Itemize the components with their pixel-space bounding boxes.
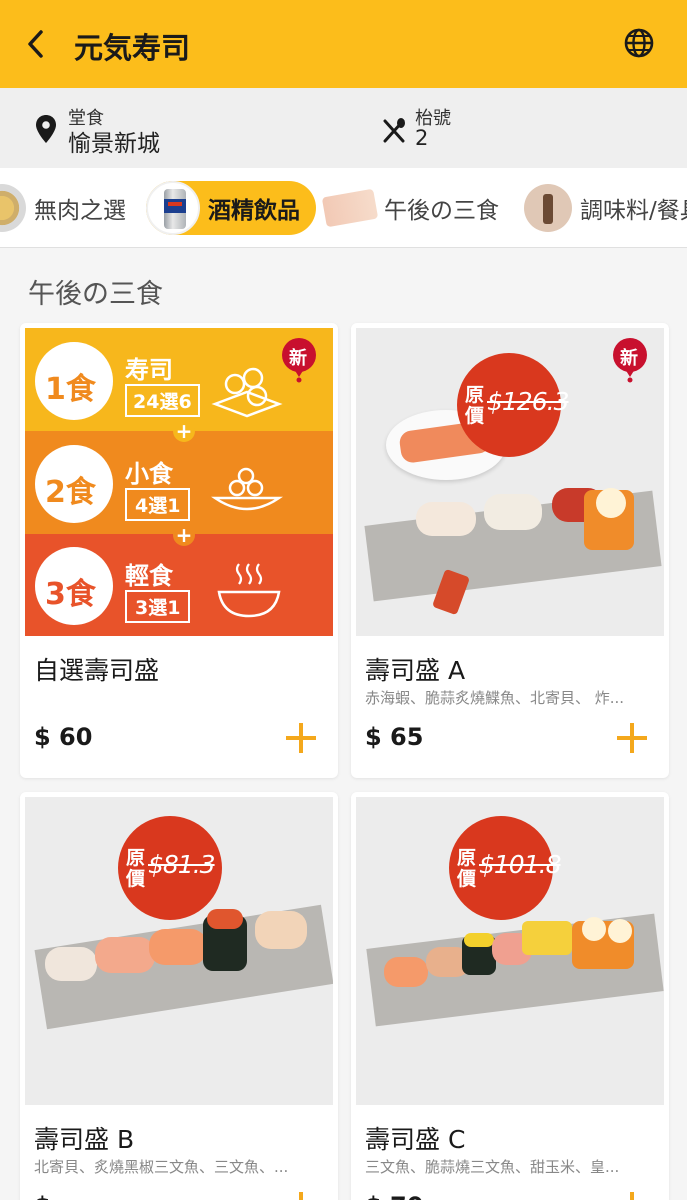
tab-alcohol[interactable]: 酒精飲品 — [146, 181, 316, 235]
promo-step-rule: 24選6 — [125, 384, 200, 417]
add-to-cart-icon[interactable] — [617, 723, 647, 753]
promo-step-number: 2食 — [45, 475, 96, 510]
original-price-badge: 原價 $101.8 — [449, 816, 561, 920]
original-price-label: 原價 — [465, 384, 485, 427]
menu-item-card[interactable]: 原價 $126.3 新 壽司盛 A 赤海蝦、脆蒜炙燒鰈魚、北寄貝、 炸... $… — [351, 323, 669, 778]
globe-icon[interactable] — [622, 26, 656, 60]
new-badge: 新 — [611, 337, 649, 383]
promo-step-number: 3食 — [45, 577, 96, 612]
noodle-bowl-icon — [217, 563, 281, 618]
item-price: $ 65 — [365, 723, 424, 751]
location-pin-icon — [34, 114, 58, 144]
tab-label: 午後の三食 — [384, 198, 499, 224]
new-badge-text: 新 — [289, 348, 307, 369]
item-price: $ — [34, 1192, 51, 1200]
item-name: 壽司盛 A — [365, 656, 466, 685]
add-to-cart-icon[interactable] — [286, 723, 316, 753]
item-price: $ 70 — [365, 1192, 423, 1200]
table-number: 2 — [415, 126, 429, 150]
promo-step-name: 小食 — [125, 460, 173, 488]
promo-step-rule: 4選1 — [125, 488, 191, 521]
original-price-badge: 原價 $81.3 — [118, 816, 222, 920]
utensils-icon — [380, 116, 408, 144]
condiments-thumbnail — [524, 184, 572, 232]
afternoon-set-thumbnail — [321, 188, 379, 228]
tab-label: 酒精飲品 — [208, 198, 300, 224]
menu-item-card[interactable]: 原價 $81.3 壽司盛 B 北寄貝、炙燒黑椒三文魚、三文魚、... $ — [20, 792, 338, 1200]
menu-item-card[interactable]: 1食 2食 3食 寿司 24選6 小食 4選1 輕食 3選1 + + 新 自選壽… — [20, 323, 338, 778]
promo-plus: + — [173, 420, 195, 442]
original-price: $81.3 — [148, 850, 216, 879]
original-price-label: 原價 — [126, 847, 146, 890]
promo-step-number: 1食 — [45, 372, 96, 407]
item-description: 赤海蝦、脆蒜炙燒鰈魚、北寄貝、 炸... — [365, 689, 625, 707]
location-name: 愉景新城 — [68, 131, 160, 157]
category-tabs: 無肉之選 酒精飲品 午後の三食 調味料/餐具 — [0, 168, 687, 248]
promo-step-name: 寿司 — [125, 356, 173, 384]
add-to-cart-icon[interactable] — [286, 1192, 316, 1200]
item-name: 自選壽司盛 — [34, 656, 160, 685]
restaurant-title: 元気寿司 — [74, 31, 191, 65]
add-to-cart-icon[interactable] — [617, 1192, 647, 1200]
tab-afternoon-set[interactable]: 午後の三食 — [321, 181, 499, 235]
beer-can-thumbnail — [146, 181, 200, 235]
tab-condiments[interactable]: 調味料/餐具 — [524, 181, 687, 235]
original-price: $126.3 — [487, 387, 569, 416]
original-price: $101.8 — [479, 850, 561, 879]
item-name: 壽司盛 C — [365, 1125, 466, 1154]
tab-meatless[interactable]: 無肉之選 — [0, 181, 126, 235]
menu-item-card[interactable]: 原價 $101.8 壽司盛 C 三文魚、脆蒜燒三文魚、甜玉米、皇... $ 70 — [351, 792, 669, 1200]
new-badge: 新 — [280, 337, 318, 383]
promo-step-name: 輕食 — [125, 562, 173, 590]
item-description: 三文魚、脆蒜燒三文魚、甜玉米、皇... — [365, 1158, 620, 1176]
snack-bowl-icon — [211, 467, 283, 511]
tab-label: 無肉之選 — [34, 198, 126, 224]
promo-step-rule: 3選1 — [125, 590, 191, 623]
item-price: $ 60 — [34, 723, 93, 751]
meatless-thumbnail — [0, 184, 26, 232]
item-name: 壽司盛 B — [34, 1125, 135, 1154]
original-price-label: 原價 — [457, 847, 477, 890]
section-title: 午後の三食 — [28, 279, 163, 310]
top-app-bar: 元気寿司 — [0, 0, 687, 88]
promo-plus: + — [173, 524, 195, 546]
item-description: 北寄貝、炙燒黑椒三文魚、三文魚、... — [34, 1158, 289, 1176]
original-price-badge: 原價 $126.3 — [457, 353, 569, 457]
back-icon[interactable] — [22, 26, 50, 62]
sushi-tray-icon — [211, 367, 283, 418]
new-badge-text: 新 — [620, 348, 638, 369]
tab-label: 調味料/餐具 — [580, 198, 687, 224]
